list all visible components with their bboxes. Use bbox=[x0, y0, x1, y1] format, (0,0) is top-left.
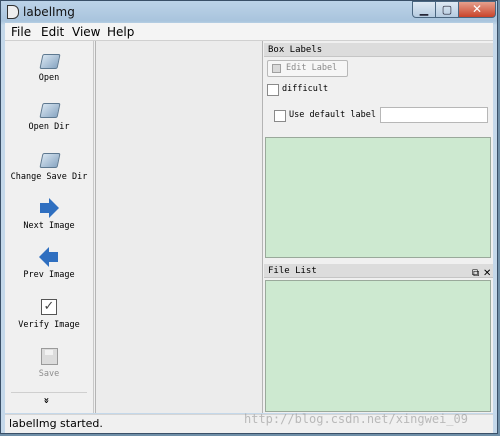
label-list[interactable] bbox=[265, 137, 491, 258]
menu-file[interactable]: File bbox=[11, 25, 31, 39]
use-default-label-label: Use default label bbox=[289, 110, 376, 120]
status-text: labelImg started. bbox=[9, 417, 103, 430]
toolbar-more-icon[interactable]: » bbox=[41, 397, 52, 403]
pencil-icon bbox=[272, 64, 281, 73]
checkbox-icon: ✓ bbox=[39, 297, 59, 317]
app-icon bbox=[7, 5, 19, 19]
default-label-input[interactable] bbox=[380, 107, 488, 123]
folder-open-icon bbox=[39, 149, 61, 169]
menu-view[interactable]: View bbox=[72, 25, 100, 39]
arrow-left-icon bbox=[39, 247, 59, 267]
save-label: Save bbox=[38, 369, 60, 379]
folder-open-icon bbox=[39, 50, 61, 70]
box-labels-title: Box Labels bbox=[264, 43, 493, 57]
edit-label-button[interactable]: Edit Label bbox=[267, 60, 348, 77]
title-bar: labelImg ▁ ▢ ✕ bbox=[1, 1, 497, 23]
right-dock: Box Labels Edit Label difficult Use defa… bbox=[264, 41, 493, 413]
prev-image-button[interactable]: Prev Image bbox=[5, 247, 93, 280]
app-window: labelImg ▁ ▢ ✕ File Edit View Help Open … bbox=[0, 0, 498, 434]
open-button[interactable]: Open bbox=[5, 50, 93, 83]
menu-bar: File Edit View Help bbox=[5, 23, 493, 41]
next-image-label: Next Image bbox=[23, 221, 75, 231]
folder-open-icon bbox=[39, 99, 61, 119]
open-label: Open bbox=[38, 73, 60, 83]
difficult-checkbox[interactable] bbox=[267, 84, 279, 96]
menu-help[interactable]: Help bbox=[107, 25, 134, 39]
file-list[interactable] bbox=[265, 280, 491, 412]
verify-image-button[interactable]: ✓ Verify Image bbox=[5, 297, 93, 330]
window-title: labelImg bbox=[23, 5, 75, 19]
open-dir-button[interactable]: Open Dir bbox=[5, 99, 93, 132]
minimize-button[interactable]: ▁ bbox=[412, 1, 436, 18]
toolbar-divider bbox=[11, 392, 87, 393]
save-button[interactable]: Save bbox=[5, 346, 93, 379]
file-list-title: File List bbox=[264, 264, 493, 278]
edit-label-text: Edit Label bbox=[286, 63, 338, 73]
image-canvas[interactable] bbox=[95, 41, 263, 413]
prev-image-label: Prev Image bbox=[23, 270, 75, 280]
arrow-right-icon bbox=[39, 198, 59, 218]
watermark: http://blog.csdn.net/xingwei_09 bbox=[244, 412, 468, 426]
change-save-dir-button[interactable]: Change Save Dir bbox=[5, 149, 93, 182]
open-dir-label: Open Dir bbox=[28, 122, 70, 132]
float-icon[interactable]: ⧉ bbox=[472, 268, 479, 280]
next-image-button[interactable]: Next Image bbox=[5, 198, 93, 231]
use-default-label-checkbox[interactable] bbox=[274, 110, 286, 122]
main-area: Open Open Dir Change Save Dir Next Image… bbox=[5, 41, 493, 413]
maximize-button[interactable]: ▢ bbox=[435, 1, 459, 18]
change-save-dir-label: Change Save Dir bbox=[10, 172, 88, 182]
verify-image-label: Verify Image bbox=[18, 320, 80, 330]
save-icon bbox=[39, 346, 59, 366]
menu-edit[interactable]: Edit bbox=[41, 25, 64, 39]
close-button[interactable]: ✕ bbox=[458, 1, 496, 18]
toolbar: Open Open Dir Change Save Dir Next Image… bbox=[5, 41, 94, 413]
close-dock-icon[interactable]: ✕ bbox=[483, 268, 491, 280]
difficult-label: difficult bbox=[282, 84, 329, 94]
